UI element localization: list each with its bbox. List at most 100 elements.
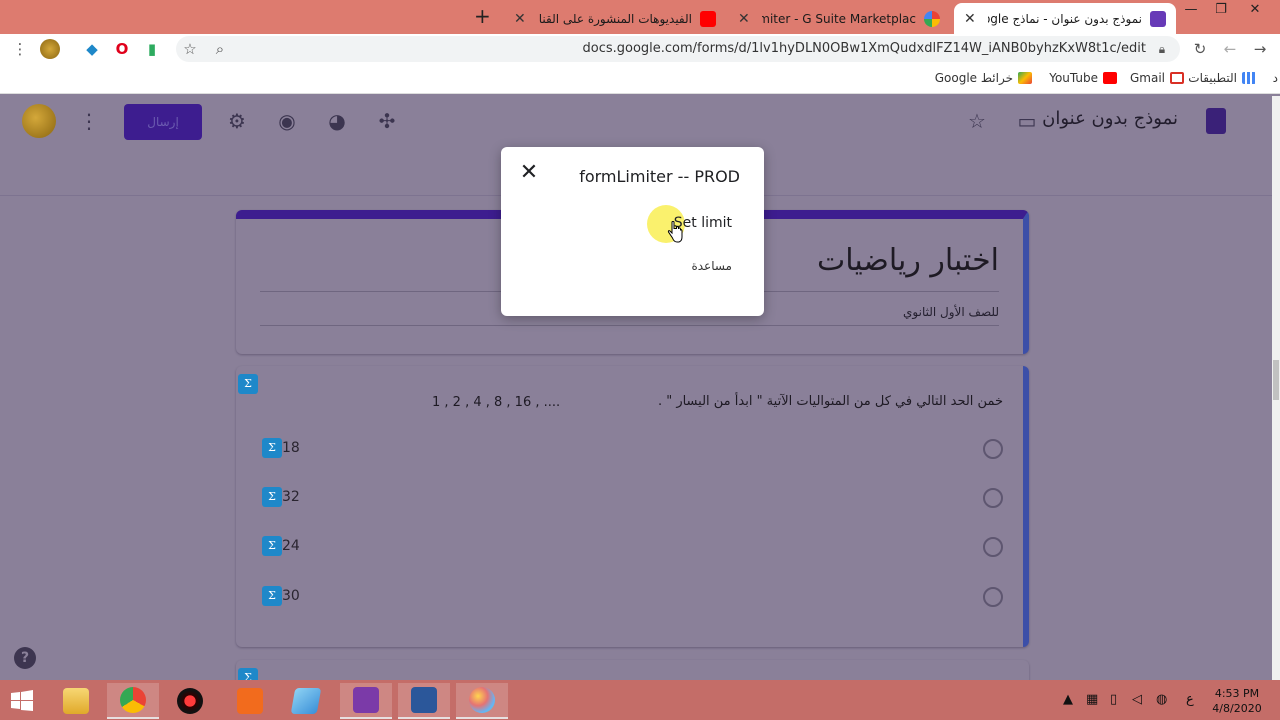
radio-button[interactable] <box>983 488 1003 508</box>
math-equation-icon[interactable]: Σ <box>262 536 282 556</box>
lock-icon: 🔒︎ <box>1158 42 1166 56</box>
bookmark-maps[interactable]: خرائط Google <box>935 71 1032 85</box>
folder-icon[interactable]: ▭ <box>1014 108 1040 134</box>
math-equation-icon[interactable]: Σ <box>238 374 258 394</box>
new-tab-button[interactable]: + <box>474 4 491 28</box>
taskbar-app-orange[interactable] <box>224 683 276 719</box>
taskbar-file-explorer[interactable] <box>50 683 102 719</box>
volume-icon[interactable]: ◁ <box>1132 692 1142 707</box>
settings-gear-icon[interactable]: ⚙ <box>224 108 250 134</box>
scrollbar-thumb[interactable] <box>1273 360 1279 400</box>
palette-icon[interactable]: ◕ <box>324 108 350 134</box>
math-equation-icon[interactable]: Σ <box>262 438 282 458</box>
help-menu-item[interactable]: مساعدة <box>691 259 732 273</box>
battery-icon[interactable]: ▯ <box>1110 692 1117 707</box>
pdf-icon <box>353 687 379 713</box>
star-icon[interactable]: ☆ <box>964 108 990 134</box>
folder-icon <box>63 688 89 714</box>
option-text[interactable]: 30 <box>282 588 300 604</box>
search-icon[interactable]: ⌕ <box>210 39 230 59</box>
youtube-icon <box>1103 72 1117 84</box>
chrome-icon <box>120 687 146 713</box>
option-text[interactable]: 32 <box>282 489 300 505</box>
tab-formlimiter[interactable]: formLimiter - G Suite Marketplac ✕ <box>728 3 950 34</box>
recorder-icon <box>237 688 263 714</box>
restore-icon[interactable]: ❐ <box>1206 0 1236 22</box>
browser-toolbar: ⋮ ◆ O ▮ ☆ ⌕ docs.google.com/forms/d/1lv1… <box>0 34 1280 64</box>
option-text[interactable]: 18 <box>282 440 300 456</box>
tray-chevron-icon[interactable]: ▲ <box>1063 692 1073 707</box>
preview-eye-icon[interactable]: ◉ <box>274 108 300 134</box>
divider <box>260 325 999 326</box>
taskbar-chrome[interactable] <box>107 683 159 719</box>
addons-puzzle-icon[interactable]: ✣ <box>374 108 400 134</box>
close-icon[interactable]: ✕ <box>964 11 976 27</box>
more-vert-icon[interactable]: ⋮ <box>76 108 102 134</box>
word-icon <box>411 687 437 713</box>
radio-button[interactable] <box>983 439 1003 459</box>
clock-time: 4:53 PM <box>1214 687 1260 700</box>
tab-youtube[interactable]: الفيديوهات المنشورة على القناة - ✕ <box>504 3 726 34</box>
popup-title: formLimiter -- PROD <box>579 167 740 186</box>
extension-green-icon[interactable]: ▮ <box>142 39 162 59</box>
star-icon[interactable]: ☆ <box>180 39 200 59</box>
radio-button[interactable] <box>983 587 1003 607</box>
tab-title: الفيديوهات المنشورة على القناة - <box>537 11 692 26</box>
avatar[interactable] <box>22 104 56 138</box>
taskbar-word[interactable] <box>398 683 450 719</box>
taskbar-app-blue[interactable] <box>280 683 332 719</box>
notebook-icon <box>290 688 322 714</box>
paint-icon <box>469 687 495 713</box>
youtube-icon <box>700 10 716 27</box>
help-button[interactable]: ? <box>14 647 36 669</box>
reload-icon[interactable]: ↻ <box>1190 39 1210 59</box>
network-icon[interactable]: ▦ <box>1086 692 1098 707</box>
close-window-icon[interactable]: ✕ <box>1240 0 1270 22</box>
clock-date: 4/8/2020 <box>1212 702 1262 715</box>
gear-app-icon <box>177 688 203 714</box>
form-description[interactable]: للصف الأول الثانوي <box>903 305 999 319</box>
start-button[interactable] <box>0 683 44 719</box>
question-text[interactable]: خمن الحد التالي في كل من المتواليات الآت… <box>658 394 1003 409</box>
math-equation-icon[interactable]: Σ <box>262 487 282 507</box>
question-sequence: 1 , 2 , 4 , 8 , 16 , .... <box>432 395 561 410</box>
close-icon[interactable]: ✕ <box>517 161 541 185</box>
taskbar-app-red[interactable] <box>164 683 216 719</box>
option-text[interactable]: 24 <box>282 538 300 554</box>
address-bar[interactable]: ☆ ⌕ docs.google.com/forms/d/1lv1hyDLN0OB… <box>176 36 1180 62</box>
send-button[interactable]: إرسال <box>124 104 202 140</box>
taskbar-paint[interactable] <box>456 683 508 719</box>
bookmark-overflow[interactable]: د <box>1273 71 1278 85</box>
close-icon[interactable]: ✕ <box>514 11 526 27</box>
opera-icon[interactable]: O <box>112 39 132 59</box>
url-text: docs.google.com/forms/d/1lv1hyDLN0OBw1Xm… <box>582 41 1147 56</box>
form-title[interactable]: اختبار رياضيات <box>817 243 999 278</box>
menu-dots-icon[interactable]: ⋮ <box>10 39 30 59</box>
bookmark-youtube[interactable]: YouTube <box>1049 71 1117 85</box>
document-title[interactable]: نموذج بدون عنوان <box>1042 108 1178 129</box>
hand-cursor-icon <box>667 221 683 243</box>
close-icon[interactable]: ✕ <box>738 11 750 27</box>
bookmark-gmail[interactable]: Gmail <box>1130 71 1184 85</box>
tab-title: نموذج بدون عنوان - نماذج Google <box>988 11 1142 26</box>
forward-icon[interactable]: → <box>1250 39 1270 59</box>
browser-tab-strip: نموذج بدون عنوان - نماذج Google ✕ formLi… <box>0 0 1280 34</box>
radio-button[interactable] <box>983 537 1003 557</box>
question-card[interactable]: Σ خمن الحد التالي في كل من المتواليات ال… <box>236 366 1029 647</box>
extension-diamond-icon[interactable]: ◆ <box>82 39 102 59</box>
mic-icon[interactable]: ◍ <box>1156 692 1167 707</box>
extension-avatar-icon[interactable] <box>40 39 60 59</box>
input-language[interactable]: ع <box>1186 692 1194 707</box>
bookmarks-bar: التطبيقات Gmail YouTube خرائط Google د <box>0 64 1280 94</box>
windows-logo-icon <box>11 690 33 711</box>
math-equation-icon[interactable]: Σ <box>262 586 282 606</box>
forms-logo-icon[interactable] <box>1206 108 1226 134</box>
back-icon[interactable]: ← <box>1220 39 1240 59</box>
system-clock[interactable]: 4:53 PM 4/8/2020 <box>1208 686 1266 716</box>
forms-icon <box>1150 10 1166 27</box>
bookmark-apps[interactable]: التطبيقات <box>1188 71 1256 85</box>
maps-icon <box>1018 72 1032 84</box>
tab-google-forms[interactable]: نموذج بدون عنوان - نماذج Google ✕ <box>954 3 1176 34</box>
taskbar-pdf[interactable] <box>340 683 392 719</box>
minimize-icon[interactable]: — <box>1176 0 1206 22</box>
